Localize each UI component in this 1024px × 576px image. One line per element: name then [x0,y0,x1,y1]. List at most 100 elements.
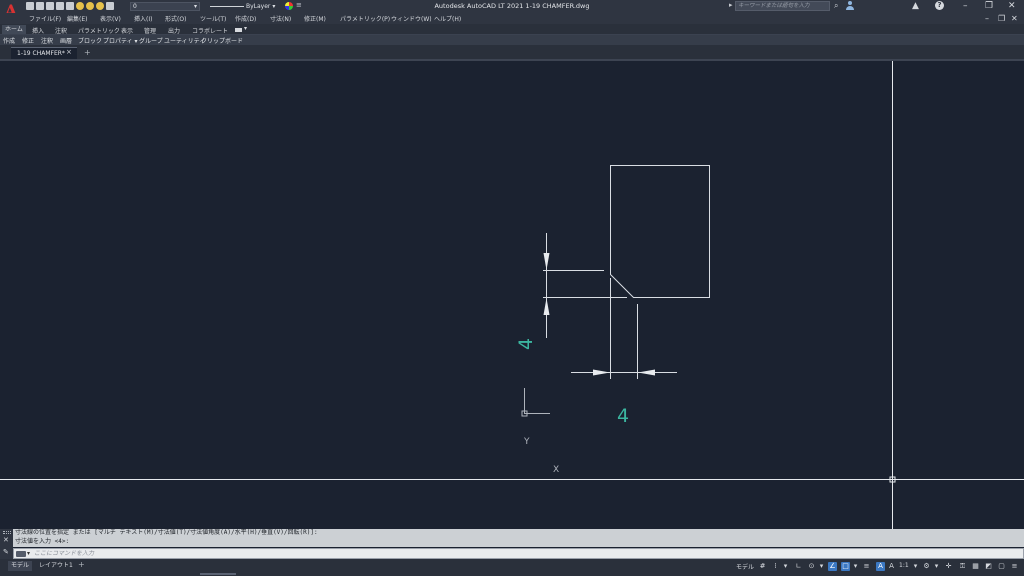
dimension-text-vertical[interactable]: 4 [515,338,537,350]
dim-arrow-bottom [543,298,550,315]
wrench-icon[interactable]: ✎ [3,548,9,556]
chevron-down-icon[interactable]: ▾ [27,549,30,558]
autodesk-app-store-icon[interactable]: ▲ [912,1,919,11]
menu-tools[interactable]: ツール(T) [200,14,226,23]
command-history-line: 寸法値を入力 <4>: [15,537,70,545]
panel-annotation[interactable]: 注釈 [41,36,53,45]
menu-view[interactable]: 表示(V) [100,14,121,23]
lineweight-icon[interactable]: ≡ [862,562,871,571]
panel-clipboard[interactable]: クリップボード [201,36,243,45]
panel-modify[interactable]: 修正 [22,36,34,45]
clean-screen-icon[interactable]: ▢ [997,562,1006,571]
command-history: 寸法線の位置を指定 または [マルチ テキスト(M)/寸法値(T)/寸法値角度(… [13,529,1024,547]
units-icon[interactable]: ⚿ [958,562,967,571]
ortho-icon[interactable]: ∟ [794,562,803,571]
workspace-dropdown-icon[interactable]: ▾ [932,562,941,571]
object-snap-icon[interactable]: □ [841,562,850,571]
customization-icon[interactable]: ≡ [1010,562,1019,571]
minimize-icon[interactable]: – [963,0,968,12]
polar-icon[interactable]: ⊙ [807,562,816,571]
command-window: ✕ ✎ 寸法線の位置を指定 または [マルチ テキスト(M)/寸法値(T)/寸法… [0,529,1024,559]
new-tab-button[interactable]: + [84,48,91,57]
tab-manage[interactable]: 管理 [144,26,156,35]
chamfered-shape[interactable] [610,165,710,298]
command-prompt-icon[interactable] [16,551,26,557]
model-space-button[interactable]: モデル [736,562,754,571]
close-icon[interactable]: ✕ [1008,0,1016,12]
status-bar: モデル レイアウト1 + モデル # ⁞ ▾ ∟ ⊙ ▾ ∠ □ ▾ ≡ A A… [0,559,1024,576]
isodraft-icon[interactable]: ∠ [828,562,837,571]
tab-insert[interactable]: 挿入 [32,26,44,35]
menu-bar: ファイル(F) 編集(E) 表示(V) 挿入(I) 形式(O) ツール(T) 作… [0,13,1024,24]
ribbon-minimize-icon[interactable] [235,28,242,32]
restore-icon[interactable]: ❐ [985,0,993,12]
panel-groups[interactable]: グループ [139,36,163,45]
panel-block[interactable]: ブロック [78,36,102,45]
menu-parametric[interactable]: パラメトリック(P) [340,14,390,23]
drawing-canvas[interactable]: 4 4 X Y [0,61,1024,529]
menu-modify[interactable]: 修正(M) [304,14,326,23]
grid-icon[interactable]: # [758,562,767,571]
close-tab-icon[interactable]: × [66,48,72,56]
layout-tab-model[interactable]: モデル [8,561,33,571]
doc-minimize-icon[interactable]: – [985,13,989,24]
command-history-line: 寸法線の位置を指定 または [マルチ テキスト(M)/寸法値(T)/寸法値角度(… [15,529,318,536]
auto-scale-icon[interactable]: A [887,562,896,571]
tab-parametric[interactable]: パラメトリック [78,26,120,35]
user-icon[interactable] [846,1,854,11]
workspace-icon[interactable]: ⚙ [922,562,931,571]
ribbon-options-icon[interactable]: ▾ [244,25,247,32]
annotation-visibility-icon[interactable]: A [876,562,885,571]
tab-output[interactable]: 出力 [168,26,180,35]
menu-insert[interactable]: 挿入(I) [134,14,152,23]
panel-draw[interactable]: 作成 [3,36,15,45]
tab-view[interactable]: 表示 [121,26,133,35]
tab-collaborate[interactable]: コラボレート [192,26,228,35]
scale-dropdown-icon[interactable]: ▾ [911,562,920,571]
drawing-svg [0,61,1024,529]
ucs-y-label: Y [524,437,530,447]
doc-close-icon[interactable]: ✕ [1011,13,1018,24]
isolate-objects-icon[interactable]: ◩ [984,562,993,571]
close-command-icon[interactable]: ✕ [3,536,9,544]
menu-help[interactable]: ヘルプ(H) [434,14,461,23]
add-layout-button[interactable]: + [78,560,85,569]
quick-properties-icon[interactable]: ▦ [971,562,980,571]
dim-arrow-right [638,369,655,376]
drag-handle-icon[interactable] [3,531,11,534]
doc-restore-icon[interactable]: ❐ [998,13,1005,24]
dimension-text-horizontal[interactable]: 4 [617,406,629,426]
menu-dimension[interactable]: 寸法(N) [270,14,291,23]
menu-file[interactable]: ファイル(F) [29,14,61,23]
command-line[interactable]: ▾ [13,548,1024,559]
menu-format[interactable]: 形式(O) [165,14,186,23]
app-title: Autodesk AutoCAD LT 2021 1-19 CHAMFER.dw… [434,2,590,10]
tab-home[interactable]: ホーム [2,25,26,34]
osnap-dropdown-icon[interactable]: ▾ [851,562,860,571]
help-icon[interactable]: ? [935,1,944,10]
ribbon-panels: 作成 修正 注釈 画層 ブロック プロパティ ▾ グループ ユーティリティ クリ… [0,35,1024,45]
snap-icon[interactable]: ⁞ [771,562,780,571]
horizontal-scrollbar[interactable] [200,573,236,575]
snap-dropdown-icon[interactable]: ▾ [781,562,790,571]
polar-dropdown-icon[interactable]: ▾ [817,562,826,571]
ribbon-tabs: ホーム 挿入 注釈 パラメトリック 表示 管理 出力 コラボレート ▾ [0,24,1024,35]
command-window-grip[interactable]: ✕ ✎ [0,529,13,559]
panel-properties[interactable]: プロパティ ▾ [103,36,138,45]
command-input[interactable] [34,549,934,558]
layout-tab-layout1[interactable]: レイアウト1 [36,561,76,571]
menu-draw[interactable]: 作成(D) [235,14,256,23]
tab-annotate[interactable]: 注釈 [55,26,67,35]
dim-arrow-top [543,253,550,270]
annotation-monitor-icon[interactable]: ✛ [944,562,953,571]
dim-arrow-left [593,369,610,376]
annotation-scale[interactable]: 1:1 [899,562,909,569]
file-tabs: 1-19 CHAMFER* [0,45,1024,61]
search-expand-icon[interactable]: ▸ [729,1,733,9]
search-input[interactable]: キーワードまたは語句を入力 [735,1,830,11]
search-icon[interactable]: ⌕ [834,1,838,11]
menu-edit[interactable]: 編集(E) [67,14,87,23]
menu-window[interactable]: ウィンドウ(W) [391,14,432,23]
panel-utilities[interactable]: ユーティリティ [164,36,205,45]
panel-layers[interactable]: 画層 [60,36,72,45]
